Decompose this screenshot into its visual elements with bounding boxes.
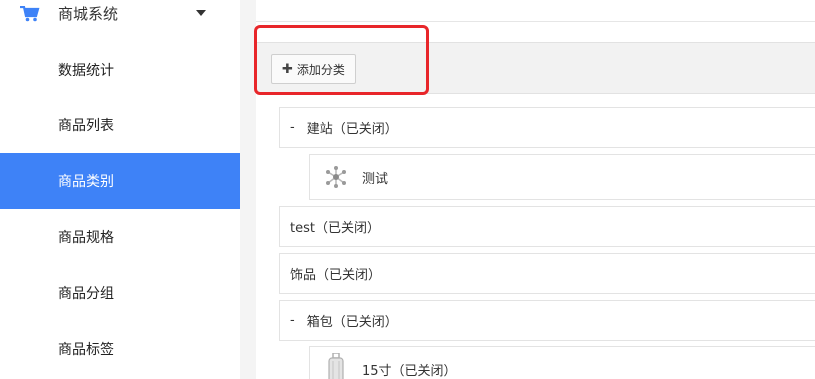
sidebar-item-label: 商品规格 (58, 230, 114, 246)
collapse-toggle[interactable]: - (290, 313, 295, 328)
molecule-icon (324, 165, 348, 189)
sidebar: 商城系统 数据统计 商品列表 商品类别 商品规格 商品分组 商品标签 (0, 0, 240, 379)
sidebar-item-label: 商品列表 (58, 118, 114, 134)
sidebar-item-label: 数据统计 (58, 63, 114, 79)
sidebar-item-product-list[interactable]: 商品列表 (0, 97, 240, 153)
category-label: 饰品（已关闭） (290, 268, 382, 283)
sidebar-item-statistics[interactable]: 数据统计 (0, 42, 240, 98)
suitcase-icon (324, 353, 348, 379)
category-label: test（已关闭） (290, 221, 380, 236)
chevron-down-icon[interactable] (196, 10, 206, 16)
sidebar-item-label: 商品类别 (58, 174, 114, 190)
sidebar-item-product-group[interactable]: 商品分组 (0, 265, 240, 321)
category-label: 测试 (362, 171, 389, 187)
cart-icon (20, 6, 40, 22)
highlight-box (254, 25, 429, 95)
category-label: 箱包（已关闭） (306, 315, 398, 330)
menu-mall-system[interactable]: 商城系统 (0, 0, 240, 30)
sidebar-item-product-category[interactable]: 商品类别 (0, 153, 240, 209)
sidebar-item-product-tag[interactable]: 商品标签 (0, 321, 240, 377)
top-bar (256, 0, 815, 22)
category-row[interactable]: - 箱包（已关闭） (279, 300, 815, 341)
sidebar-item-label: 商品标签 (58, 342, 114, 358)
sidebar-item-product-spec[interactable]: 商品规格 (0, 209, 240, 265)
category-label: 15寸（已关闭） (362, 363, 457, 379)
category-row[interactable]: test（已关闭） (279, 206, 815, 247)
collapse-toggle[interactable]: - (290, 120, 295, 135)
category-row[interactable]: 15寸（已关闭） (309, 346, 815, 379)
category-row[interactable]: - 建站（已关闭） (279, 107, 815, 148)
category-row[interactable]: 饰品（已关闭） (279, 253, 815, 294)
sidebar-item-label: 商品分组 (58, 286, 114, 302)
category-row[interactable]: 测试 (309, 154, 815, 200)
category-label: 建站（已关闭） (306, 122, 398, 137)
menu-mall-system-label: 商城系统 (58, 5, 119, 23)
